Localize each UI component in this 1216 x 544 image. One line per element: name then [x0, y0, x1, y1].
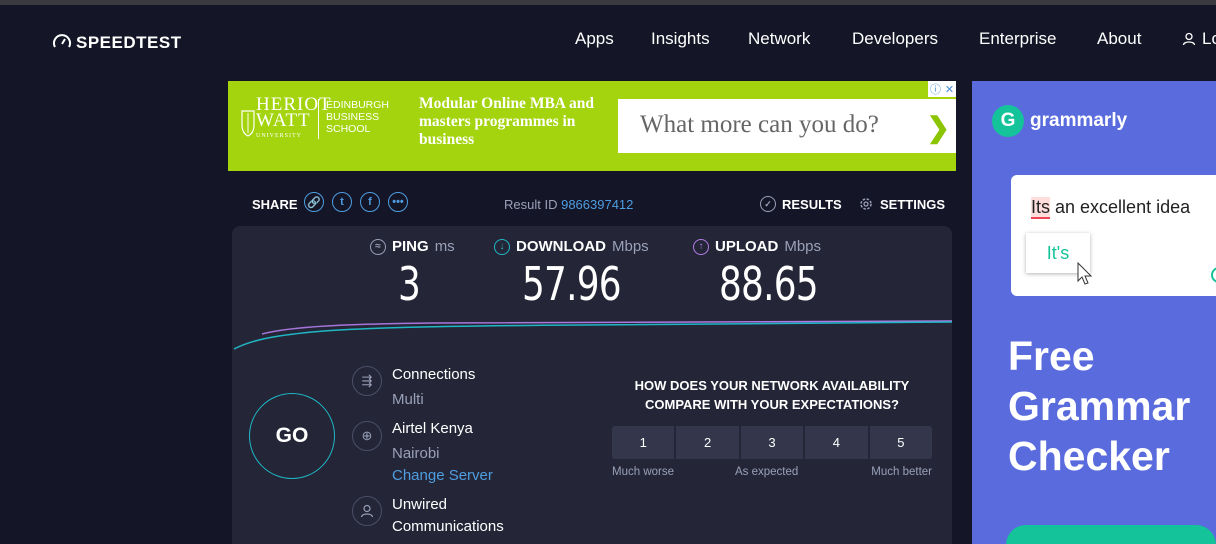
download-graph-line: [233, 321, 952, 350]
nav-login[interactable]: Lo: [1182, 29, 1216, 49]
share-row: SHARE 🔗 t f ••• Result ID 9866397412 ✓ R…: [232, 186, 952, 220]
chevron-right-icon: ❯: [926, 112, 950, 143]
grammarly-logo: G grammarly: [992, 105, 1127, 137]
ping-value: 3: [398, 257, 421, 311]
ping-label: PING: [392, 238, 429, 255]
settings-button[interactable]: SETTINGS: [858, 196, 945, 212]
grammarly-demo-card: Its an excellent idea It's: [1011, 175, 1216, 296]
login-label: Lo: [1202, 29, 1216, 48]
gear-icon: [860, 198, 872, 210]
speedtest-logo[interactable]: SPEEDTEST: [52, 33, 182, 53]
demo-sentence-rest: an excellent idea: [1050, 197, 1191, 217]
change-server-link[interactable]: Change Server: [392, 467, 493, 484]
check-circle-icon: ✓: [760, 196, 776, 212]
grammarly-brand: grammarly: [1030, 110, 1128, 131]
demo-error-word: Its: [1031, 197, 1051, 219]
result-id-label: Result ID: [504, 197, 558, 212]
connections-icon: ⇶: [352, 366, 382, 396]
grammarly-headline: Free Grammar Checker: [1008, 331, 1190, 481]
results-label: RESULTS: [782, 196, 842, 212]
isp-name: Airtel Kenya: [392, 420, 473, 437]
host-name-line1: Unwired: [392, 496, 448, 513]
results-button[interactable]: ✓ RESULTS: [760, 196, 842, 212]
nav-apps[interactable]: Apps: [575, 29, 614, 49]
nav-enterprise[interactable]: Enterprise: [979, 29, 1056, 49]
grammarly-dot-icon: [1211, 267, 1216, 283]
ad-cta-box[interactable]: What more can you do? ❯: [618, 99, 956, 153]
demo-sentence: Its an excellent idea: [1031, 197, 1191, 219]
rating-option-4[interactable]: 4: [805, 426, 868, 459]
go-button[interactable]: GO: [249, 393, 335, 479]
close-icon[interactable]: ✕: [945, 83, 954, 96]
results-panel: ≈ PING ms 3 ↓ DOWNLOAD Mbps 57.96 ↑ UPLO…: [232, 226, 952, 544]
nav-about[interactable]: About: [1097, 29, 1141, 49]
upload-label: UPLOAD: [715, 238, 779, 255]
ping-unit: ms: [434, 238, 455, 255]
ad-choices-badge[interactable]: ⓘ ✕: [928, 81, 956, 97]
mouse-cursor-icon: [1077, 262, 1093, 285]
host-user-icon: [352, 496, 382, 526]
info-icon: ⓘ: [929, 84, 941, 96]
upload-metric: ↑ UPLOAD Mbps 88.65: [693, 238, 846, 307]
nav-insights[interactable]: Insights: [651, 29, 710, 49]
rating-option-2[interactable]: 2: [676, 426, 739, 459]
gauge-icon: [53, 34, 71, 48]
rating-option-3[interactable]: 3: [740, 426, 804, 459]
server-city: Nairobi: [392, 445, 440, 462]
upload-unit: Mbps: [784, 238, 822, 255]
upload-value: 88.65: [719, 257, 819, 311]
headline-line3: Checker: [1008, 433, 1170, 479]
download-unit: Mbps: [612, 238, 649, 255]
share-label: SHARE: [252, 197, 298, 212]
rating-label-mid: As expected: [735, 466, 799, 478]
headline-line1: Free: [1008, 333, 1095, 379]
host-name-line2: Communications: [392, 518, 504, 535]
crest-icon: [241, 110, 255, 137]
result-id-link[interactable]: 9866397412: [561, 197, 633, 212]
survey-question: HOW DOES YOUR NETWORK AVAILABILITY COMPA…: [634, 378, 910, 412]
grammarly-g-icon: G: [992, 105, 1024, 137]
rating-label-high: Much better: [871, 466, 932, 478]
logo-divider: [318, 99, 319, 139]
link-icon[interactable]: 🔗: [304, 192, 324, 212]
brand-university: UNIVERSITY: [256, 133, 302, 139]
ad-tagline: Modular Online MBA and masters programme…: [419, 95, 594, 148]
connections-value: Multi: [392, 391, 424, 408]
ad-cta-text: What more can you do?: [640, 111, 879, 138]
brand-line2: WATT: [256, 110, 311, 131]
rating-label-low: Much worse: [612, 466, 674, 478]
nav-network[interactable]: Network: [748, 29, 810, 49]
rating-option-5[interactable]: 5: [869, 426, 933, 459]
download-label: DOWNLOAD: [516, 238, 606, 255]
banner-ad[interactable]: HERIOT WATT UNIVERSITY EDINBURGH BUSINESS…: [228, 81, 956, 171]
twitter-icon[interactable]: t: [332, 192, 352, 212]
more-icon[interactable]: •••: [388, 192, 408, 212]
nav-developers[interactable]: Developers: [852, 29, 938, 49]
globe-icon: ⊕: [352, 421, 382, 451]
ping-metric: ≈ PING ms 3: [370, 238, 455, 307]
grammarly-cta-button[interactable]: [1006, 525, 1216, 544]
facebook-icon[interactable]: f: [360, 192, 380, 212]
rating-option-1[interactable]: 1: [612, 426, 675, 459]
headline-line2: Grammar: [1008, 383, 1191, 429]
download-metric: ↓ DOWNLOAD Mbps 57.96: [494, 238, 649, 307]
result-id: Result ID 9866397412: [504, 197, 633, 212]
ping-icon: ≈: [370, 238, 386, 255]
side-ad[interactable]: G grammarly Its an excellent idea It's F…: [972, 81, 1216, 544]
download-arrow-icon: ↓: [494, 238, 510, 255]
school-name: EDINBURGH BUSINESS SCHOOL: [326, 99, 390, 135]
download-value: 57.96: [522, 257, 622, 311]
settings-label: SETTINGS: [880, 196, 946, 212]
logo-text: SPEEDTEST: [76, 33, 182, 52]
speed-graph: [233, 320, 952, 350]
user-icon: [1182, 32, 1196, 46]
upload-arrow-icon: ↑: [693, 238, 709, 255]
connections-title: Connections: [392, 366, 476, 383]
rating-scale: 1 2 3 4 5: [612, 426, 933, 459]
